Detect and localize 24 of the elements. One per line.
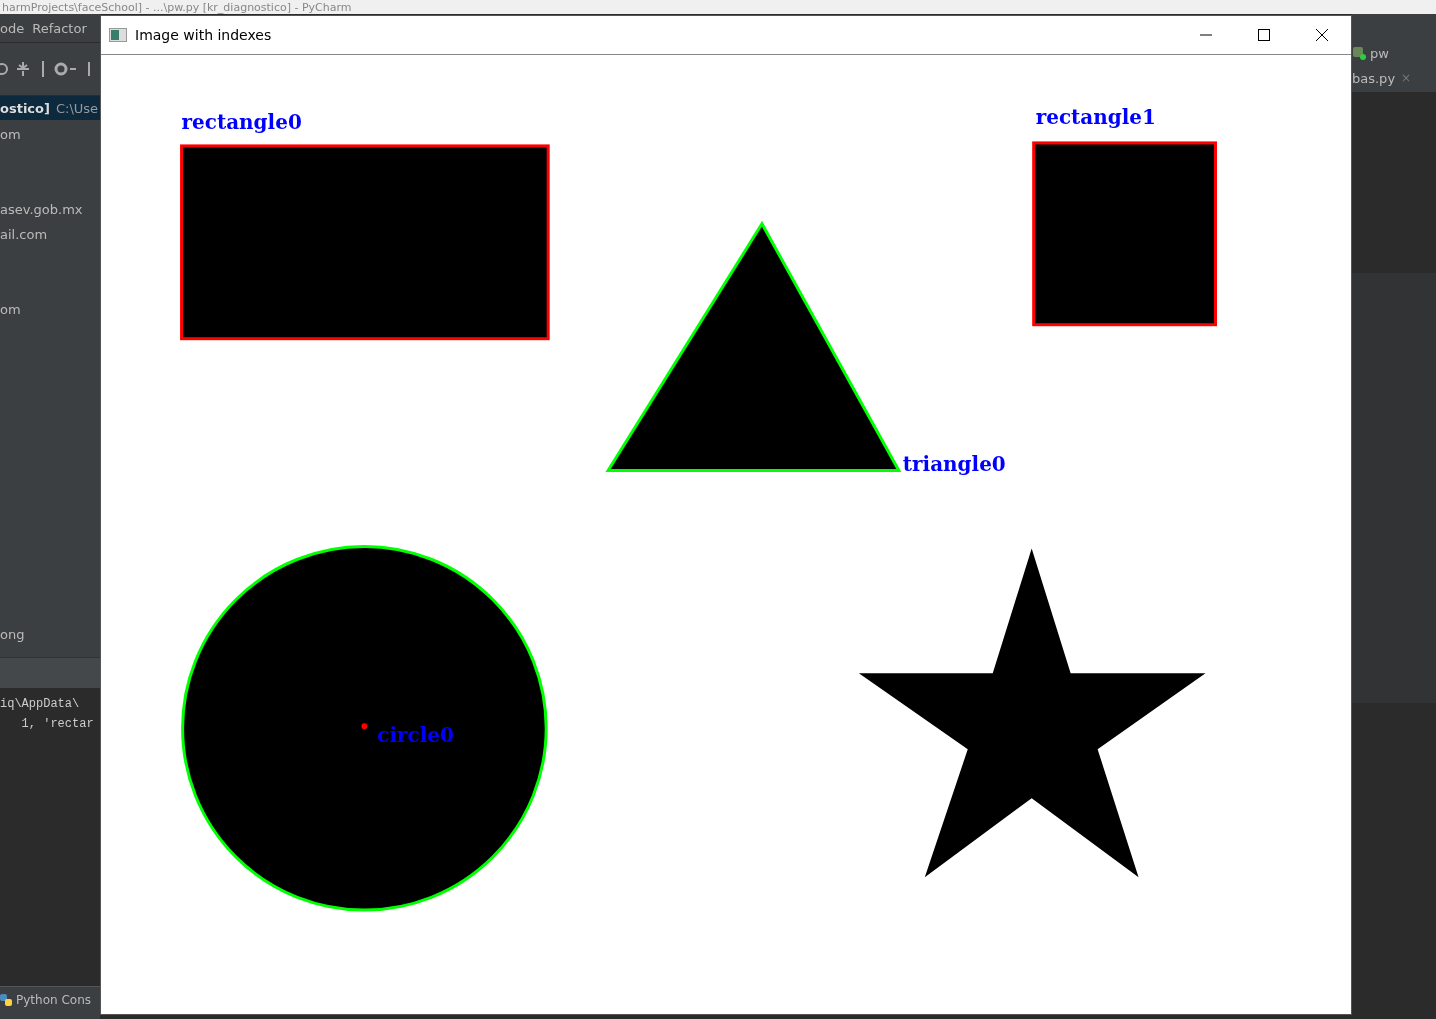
project-name[interactable]: ostico] — [0, 100, 50, 116]
python-icon — [0, 994, 12, 1006]
tree-item[interactable]: asev.gob.mx — [0, 197, 100, 222]
console-tab[interactable]: Python Cons — [16, 993, 91, 1007]
tree-item[interactable]: om — [0, 122, 100, 147]
shape-label: circle0 — [377, 723, 454, 748]
project-path: C:\Use — [55, 100, 99, 116]
app-icon — [109, 28, 127, 42]
ide-title: harmProjects\faceSchool] - ...\pw.py [kr_diagnostico] - PyCharm — [1, 2, 352, 14]
shape-label: triangle0 — [902, 451, 1006, 476]
run-config[interactable]: pw — [1370, 45, 1389, 61]
console-line: 1, 'rectar — [20, 716, 95, 733]
center-dot — [361, 723, 368, 730]
window-title: Image with indexes — [135, 27, 272, 43]
tree-item[interactable]: ail.com — [0, 222, 100, 247]
tree-item[interactable]: ong — [0, 622, 100, 647]
shape-label: rectangle1 — [1035, 104, 1156, 129]
python-file-icon — [1352, 46, 1366, 60]
menu-item[interactable]: ode — [0, 20, 25, 36]
shape-label: rectangle0 — [181, 109, 302, 134]
tree-item[interactable]: om — [0, 297, 100, 322]
editor-tab[interactable]: bas.py — [1352, 70, 1396, 86]
menu-item[interactable]: Refactor — [32, 20, 87, 36]
console-line: iq\AppData\ — [0, 696, 81, 713]
